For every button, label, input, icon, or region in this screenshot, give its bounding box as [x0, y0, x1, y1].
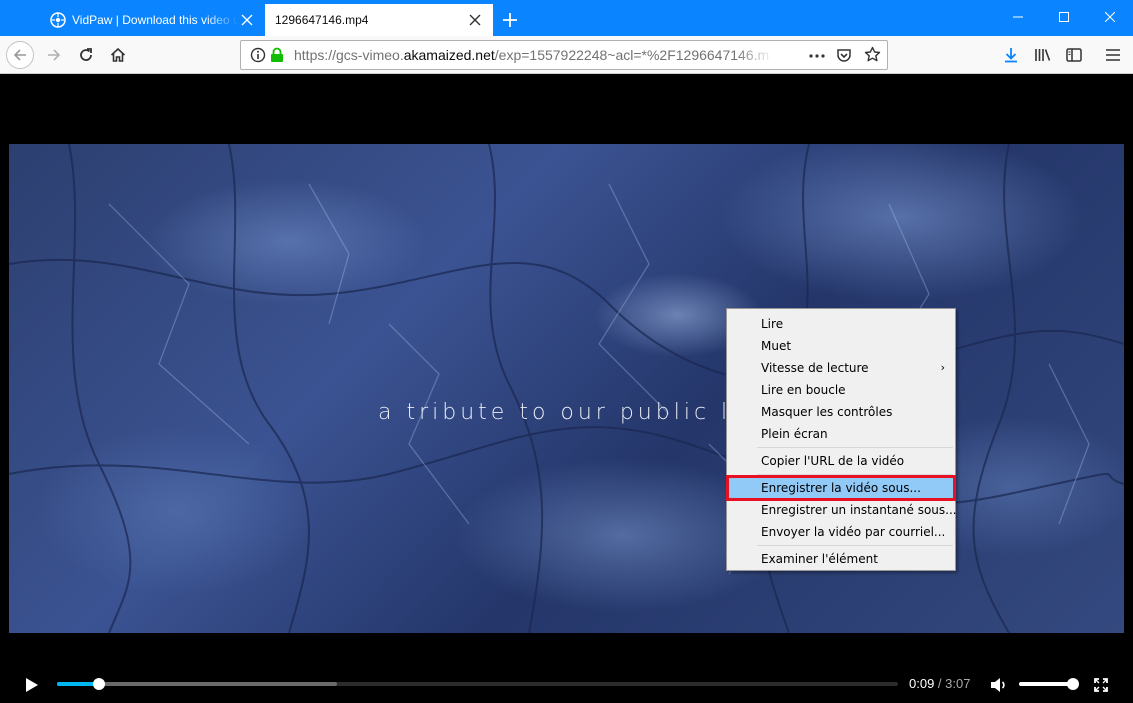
- reload-button[interactable]: [70, 39, 102, 71]
- video-caption: a tribute to our public lan: [378, 400, 767, 425]
- current-time: 0:09: [909, 676, 935, 691]
- back-arrow-icon: [6, 41, 34, 69]
- tab-video[interactable]: 1296647146.mp4: [265, 4, 493, 36]
- sidebar-icon: [1066, 48, 1082, 62]
- menu-item-label: Plein écran: [761, 427, 828, 441]
- library-icon: [1034, 49, 1050, 61]
- download-icon: [1005, 48, 1017, 63]
- volume-slider[interactable]: [1019, 678, 1080, 690]
- home-icon: [110, 47, 126, 62]
- context-menu: Lire Muet Vitesse de lecture › Lire en bo…: [726, 308, 957, 571]
- menu-button[interactable]: [1097, 39, 1129, 71]
- fullscreen-button[interactable]: [1090, 674, 1112, 696]
- menu-item-label: Masquer les contrôles: [761, 405, 893, 419]
- tab-close-icon[interactable]: [239, 12, 255, 28]
- page-actions-icon[interactable]: [809, 54, 825, 58]
- window-controls: [995, 0, 1133, 34]
- menu-item-hide-controls[interactable]: Masquer les contrôles: [727, 401, 955, 423]
- play-button[interactable]: [21, 674, 43, 696]
- menu-item-copy-video-url[interactable]: Copier l'URL de la vidéo: [727, 450, 955, 472]
- menu-item-label: Enregistrer un instantané sous...: [761, 503, 957, 517]
- time-separator: /: [934, 676, 946, 691]
- video-frame[interactable]: a tribute to our public lan: [9, 144, 1124, 633]
- menu-item-save-video-as[interactable]: Enregistrer la vidéo sous...: [726, 475, 956, 501]
- time-display: 0:09 / 3:07: [909, 676, 970, 691]
- bookmark-star-icon[interactable]: [864, 46, 881, 63]
- tab-title: 1296647146.mp4: [275, 13, 369, 27]
- url-text[interactable]: https://gcs-vimeo.akamaized.net/exp=1557…: [294, 47, 774, 63]
- url-bar[interactable]: https://gcs-vimeo.akamaized.net/exp=1557…: [240, 40, 888, 70]
- menu-item-label: Copier l'URL de la vidéo: [761, 454, 905, 468]
- reload-icon: [80, 48, 92, 61]
- menu-item-fullscreen[interactable]: Plein écran: [727, 423, 955, 445]
- tab-close-icon[interactable]: [467, 12, 483, 28]
- navigation-bar: https://gcs-vimeo.akamaized.net/exp=1557…: [0, 36, 1133, 74]
- menu-item-email-video[interactable]: Envoyer la vidéo par courriel...: [727, 521, 955, 543]
- play-icon: [26, 678, 38, 692]
- lock-icon[interactable]: [270, 47, 284, 63]
- menu-item-label: Envoyer la vidéo par courriel...: [761, 525, 946, 539]
- progress-scrubber[interactable]: [93, 678, 106, 690]
- forward-arrow-icon: [48, 49, 61, 61]
- forward-button[interactable]: [38, 39, 70, 71]
- close-window-icon[interactable]: [1087, 0, 1133, 34]
- minimize-icon[interactable]: [995, 0, 1041, 34]
- menu-item-loop[interactable]: Lire en boucle: [727, 379, 955, 401]
- menu-item-play[interactable]: Lire: [727, 313, 955, 335]
- menu-item-mute[interactable]: Muet: [727, 335, 955, 357]
- menu-item-label: Muet: [761, 339, 792, 353]
- info-icon[interactable]: [250, 47, 266, 63]
- url-suffix: /exp=1557922248~acl=*%2F1296647146.m: [494, 47, 770, 63]
- new-tab-button[interactable]: [493, 4, 527, 36]
- video-controls: 0:09 / 3:07: [9, 666, 1124, 703]
- menu-item-inspect-element[interactable]: Examiner l'élément: [727, 548, 955, 570]
- hamburger-menu-icon: [1106, 49, 1120, 61]
- progress-bar[interactable]: [57, 678, 898, 690]
- duration: 3:07: [945, 676, 971, 691]
- downloads-button[interactable]: [995, 39, 1027, 71]
- menu-item-label: Examiner l'élément: [761, 552, 878, 566]
- url-prefix: https://gcs-vimeo.: [294, 47, 404, 63]
- sidebar-button[interactable]: [1058, 39, 1090, 71]
- menu-item-save-snapshot-as[interactable]: Enregistrer un instantané sous...: [727, 499, 957, 521]
- tab-title: VidPaw | Download this video u: [72, 13, 239, 27]
- volume-icon: [991, 678, 1005, 692]
- video-player[interactable]: a tribute to our public lan 0:09 / 3:07: [9, 75, 1124, 703]
- pocket-icon[interactable]: [836, 47, 852, 63]
- terrain-texture: [9, 144, 1124, 633]
- library-button[interactable]: [1026, 39, 1058, 71]
- submenu-arrow-icon: ›: [940, 361, 945, 374]
- menu-item-label: Lire en boucle: [761, 383, 846, 397]
- tab-bar: VidPaw | Download this video u 129664714…: [0, 0, 1133, 36]
- vidpaw-favicon-icon: [50, 12, 66, 28]
- home-button[interactable]: [102, 39, 134, 71]
- back-button[interactable]: [4, 39, 36, 71]
- menu-item-label: Enregistrer la vidéo sous...: [761, 481, 921, 495]
- menu-item-label: Vitesse de lecture: [761, 361, 869, 375]
- maximize-icon[interactable]: [1041, 0, 1087, 34]
- fullscreen-icon: [1094, 678, 1108, 692]
- menu-separator: [757, 474, 953, 475]
- url-domain: akamaized.net: [403, 47, 495, 63]
- menu-separator: [757, 447, 953, 448]
- menu-separator: [757, 545, 953, 546]
- menu-item-label: Lire: [761, 317, 784, 331]
- mute-button[interactable]: [988, 674, 1010, 696]
- volume-thumb[interactable]: [1067, 678, 1080, 690]
- tab-vidpaw[interactable]: VidPaw | Download this video u: [40, 4, 265, 36]
- menu-item-playback-speed[interactable]: Vitesse de lecture ›: [727, 357, 955, 379]
